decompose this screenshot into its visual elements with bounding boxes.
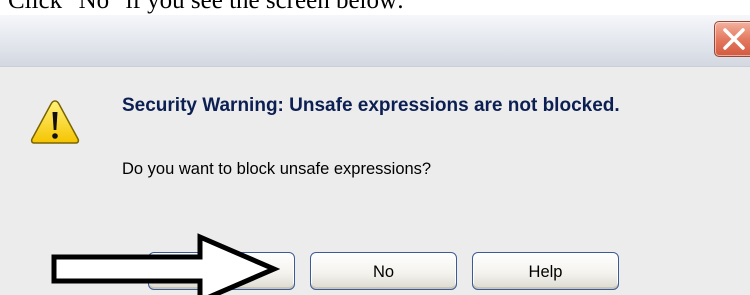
right-arrow-icon <box>51 233 280 295</box>
close-icon <box>723 28 745 50</box>
dialog-titlebar <box>0 15 750 67</box>
warning-triangle-icon <box>30 100 80 144</box>
dialog-title-text: Security Warning: Unsafe expressions are… <box>122 95 620 116</box>
help-button[interactable]: Help <box>472 252 619 290</box>
security-warning-dialog: Security Warning: Unsafe expressions are… <box>0 15 750 295</box>
instruction-caption: Click "No" if you see the screen below: <box>8 0 404 14</box>
close-button[interactable] <box>714 21 750 57</box>
dialog-question: Do you want to block unsafe expressions? <box>122 160 432 178</box>
no-button[interactable]: No <box>310 252 457 290</box>
